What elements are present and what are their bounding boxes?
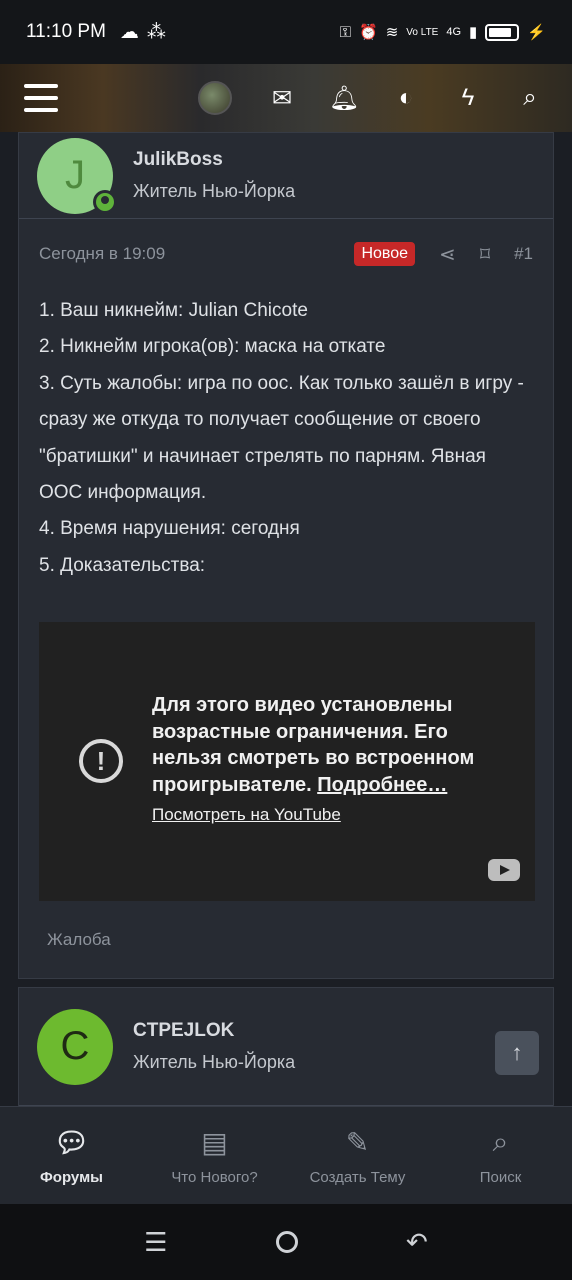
bell-icon[interactable]: 🔔︎ bbox=[324, 84, 364, 113]
post-line: 2. Никнейм игрока(ов): маска на откате bbox=[39, 336, 386, 358]
cloud-icon: ☁ bbox=[119, 21, 139, 43]
post-footer: Жалоба bbox=[19, 901, 553, 978]
post-2: C CTPEJLOK Житель Нью-Йорка bbox=[18, 987, 554, 1107]
post-line: 1. Ваш никнейм: Julian Chicote bbox=[39, 300, 308, 321]
system-navigation: ☰ ↶ bbox=[0, 1204, 572, 1280]
author-name[interactable]: JulikBoss bbox=[133, 149, 295, 171]
status-time: 11:10 PM bbox=[26, 21, 106, 42]
alarm-icon: ⏰ bbox=[359, 24, 378, 41]
watch-on-youtube-link[interactable]: Посмотреть на YouTube bbox=[152, 805, 341, 825]
warning-icon: ! bbox=[79, 739, 123, 784]
recents-icon[interactable]: ☰ bbox=[144, 1227, 167, 1258]
forums-icon: 💬︎ bbox=[53, 1126, 90, 1158]
report-link[interactable]: Жалоба bbox=[47, 930, 111, 950]
online-status-icon bbox=[93, 189, 117, 214]
mail-icon[interactable]: ✉ bbox=[262, 84, 302, 113]
video-restriction-message: Для этого видео установлены возрастные о… bbox=[152, 692, 512, 798]
search-icon: ⌕ bbox=[492, 1125, 509, 1157]
post-number[interactable]: #1 bbox=[514, 244, 533, 264]
contrast-icon[interactable]: ◐ bbox=[386, 84, 426, 112]
app-header: ✉ 🔔︎ ◐ ϟ ⌕ bbox=[0, 64, 572, 132]
charging-icon: ⚡ bbox=[527, 24, 546, 41]
bookmark-icon[interactable]: ⌑ bbox=[480, 242, 490, 267]
share-icon[interactable]: ⋖ bbox=[439, 242, 456, 267]
arrow-up-icon: ↑ bbox=[511, 1040, 523, 1065]
back-icon[interactable]: ↶ bbox=[406, 1227, 428, 1258]
home-icon[interactable] bbox=[275, 1231, 298, 1253]
nav-label: Создать Тему bbox=[309, 1168, 406, 1186]
apps-icon: ⁂ bbox=[146, 21, 166, 43]
battery-icon bbox=[485, 23, 520, 41]
youtube-logo-icon[interactable] bbox=[488, 859, 520, 882]
nav-whats-new[interactable]: ▤ Что Нового? bbox=[143, 1107, 286, 1204]
edit-icon: ✎ bbox=[345, 1126, 370, 1158]
post-line: 5. Доказательства: bbox=[39, 554, 206, 576]
search-icon[interactable]: ⌕ bbox=[510, 84, 550, 112]
avatar-initial: C bbox=[60, 1024, 90, 1068]
post-meta: Сегодня в 19:09 Новое ⋖ ⌑ #1 bbox=[19, 219, 553, 289]
avatar[interactable]: C bbox=[37, 1008, 113, 1085]
post-1: J JulikBoss Житель Нью-Йорка Сегодня в 1… bbox=[18, 132, 554, 980]
menu-icon[interactable] bbox=[24, 84, 58, 112]
post-author-block: J JulikBoss Житель Нью-Йорка bbox=[19, 133, 553, 219]
status-bar: 11:10 PM ☁ ⁂ ⚿ ⏰ ≋ Vo LTE 4G ▮ ⚡ bbox=[0, 0, 572, 64]
nav-label: Форумы bbox=[40, 1168, 103, 1186]
avatar-initial: J bbox=[65, 153, 85, 197]
signal-icon: ▮ bbox=[469, 24, 478, 41]
author-title: Житель Нью-Йорка bbox=[133, 1052, 296, 1072]
key-icon: ⚿ bbox=[339, 23, 352, 41]
scroll-to-top-button[interactable]: ↑ bbox=[495, 1031, 539, 1075]
user-avatar-button[interactable] bbox=[198, 81, 232, 115]
bolt-icon[interactable]: ϟ bbox=[448, 84, 488, 112]
embedded-video[interactable]: ! Для этого видео установлены возрастные… bbox=[39, 622, 535, 902]
author-title: Житель Нью-Йорка bbox=[133, 181, 296, 201]
nav-search[interactable]: ⌕ Поиск bbox=[429, 1107, 572, 1204]
author-name[interactable]: CTPEJLOK bbox=[133, 1020, 295, 1042]
network-indicator: 4G bbox=[446, 26, 462, 38]
nav-label: Поиск bbox=[479, 1168, 522, 1186]
post-line: 4. Время нарушения: сегодня bbox=[39, 518, 300, 540]
post-line: 3. Суть жалобы: игра по оос. Как только … bbox=[39, 372, 524, 504]
post-date[interactable]: Сегодня в 19:09 bbox=[39, 244, 165, 264]
avatar[interactable]: J bbox=[37, 137, 117, 214]
post-body: 1. Ваш никнейм: Julian Chicote 2. Никней… bbox=[19, 289, 553, 584]
more-info-link[interactable]: Подробнее… bbox=[317, 774, 447, 796]
volte-indicator: Vo LTE bbox=[406, 26, 439, 38]
nav-create-thread[interactable]: ✎ Создать Тему bbox=[286, 1107, 429, 1204]
nav-forums[interactable]: 💬︎ Форумы bbox=[0, 1107, 143, 1204]
nav-label: Что Нового? bbox=[171, 1168, 258, 1186]
bottom-navigation: 💬︎ Форумы ▤ Что Нового? ✎ Создать Тему ⌕… bbox=[0, 1106, 572, 1204]
post-author-block: C CTPEJLOK Житель Нью-Йорка bbox=[19, 988, 553, 1106]
wifi-icon: ≋ bbox=[385, 24, 399, 41]
document-icon: ▤ bbox=[201, 1126, 228, 1158]
new-badge: Новое bbox=[354, 242, 416, 266]
